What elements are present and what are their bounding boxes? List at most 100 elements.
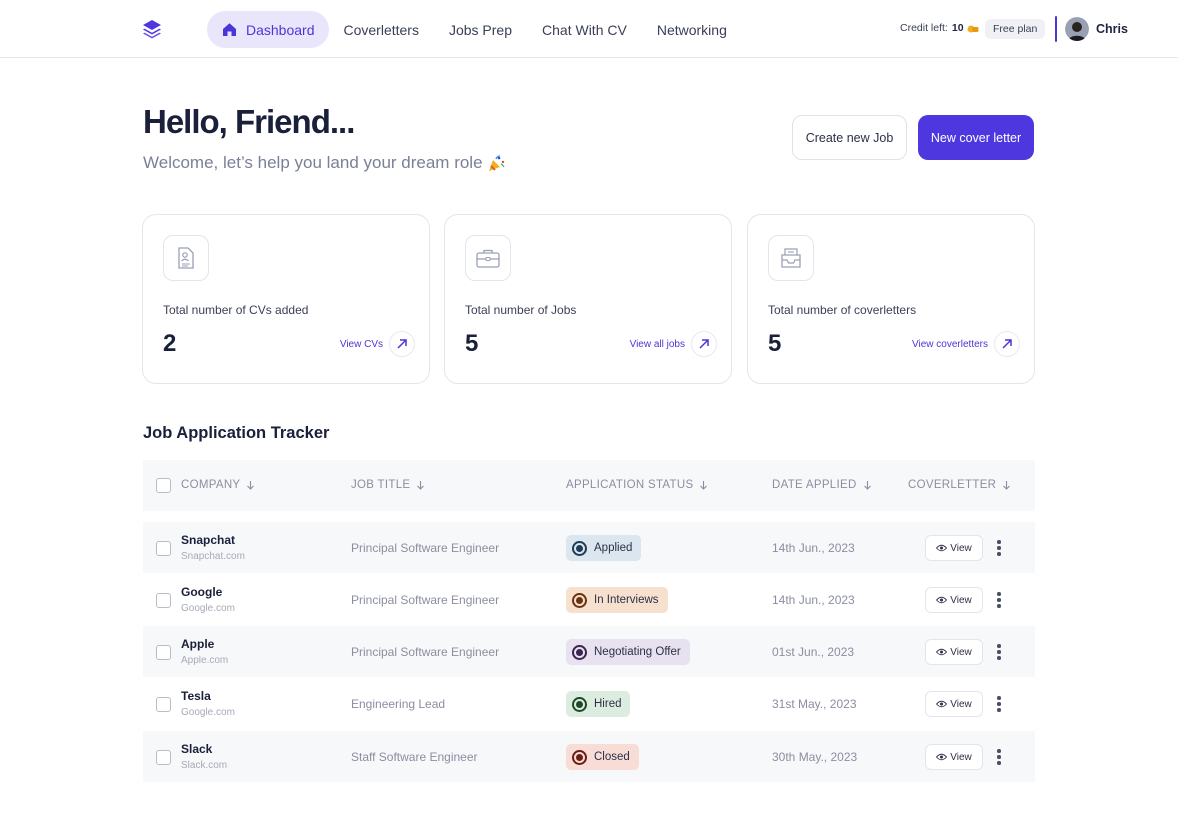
new-cover-letter-button[interactable]: New cover letter: [918, 115, 1034, 160]
view-coverletter-button[interactable]: View: [925, 535, 983, 561]
more-options-icon[interactable]: [993, 642, 1005, 662]
eye-icon: [936, 596, 948, 604]
eye-icon: [936, 648, 948, 656]
arrow-up-right-icon: [994, 331, 1020, 357]
row-checkbox[interactable]: [156, 645, 171, 660]
status-dot-icon: [572, 592, 587, 608]
status-label: In Interviews: [594, 594, 659, 606]
date-applied: 14th Jun., 2023: [772, 593, 855, 607]
job-title: Principal Software Engineer: [351, 645, 500, 659]
more-options-icon[interactable]: [993, 590, 1005, 610]
view-label: View: [950, 594, 972, 606]
plan-badge[interactable]: Free plan: [985, 19, 1046, 39]
cv-document-icon: [178, 247, 194, 269]
view-cvs-link[interactable]: View CVs: [340, 331, 415, 357]
company-name: Tesla: [181, 689, 211, 703]
sort-arrow-down-icon: [863, 481, 871, 490]
view-coverletter-button[interactable]: View: [925, 587, 983, 613]
status-label: Negotiating Offer: [594, 646, 681, 658]
credit-indicator: Credit left: 10: [900, 22, 979, 34]
icon-frame: [163, 235, 209, 281]
view-coverletter-button[interactable]: View: [925, 639, 983, 665]
nav-item-dashboard[interactable]: Dashboard: [207, 11, 329, 48]
table-row[interactable]: Google Google.com Principal Software Eng…: [143, 574, 1035, 625]
job-title: Principal Software Engineer: [351, 593, 500, 607]
company-cell: Snapchat Snapchat.com: [181, 533, 245, 562]
job-title: Staff Software Engineer: [351, 750, 478, 764]
view-coverletters-link[interactable]: View coverletters: [912, 331, 1020, 357]
company-cell: Slack Slack.com: [181, 742, 227, 771]
stat-value: 5: [465, 330, 479, 357]
nav-item-label: Coverletters: [343, 21, 419, 38]
nav-item-networking[interactable]: Networking: [642, 11, 742, 48]
table-row[interactable]: Slack Slack.com Staff Software Engineer …: [143, 731, 1035, 782]
select-all-checkbox[interactable]: [156, 478, 171, 493]
column-header-label: COMPANY: [181, 479, 241, 491]
more-options-icon[interactable]: [993, 538, 1005, 558]
column-header-label: COVERLETTER: [908, 479, 997, 491]
company-domain: Google.com: [181, 707, 235, 718]
eye-icon: [936, 700, 948, 708]
stat-card-cvs: Total number of CVs added 2 View CVs: [142, 214, 430, 384]
stat-label: Total number of Jobs: [465, 303, 577, 317]
nav-item-coverletters[interactable]: Coverletters: [329, 11, 434, 48]
status-label: Closed: [594, 751, 630, 763]
table-row[interactable]: Snapchat Snapchat.com Principal Software…: [143, 522, 1035, 573]
row-checkbox[interactable]: [156, 593, 171, 608]
row-checkbox[interactable]: [156, 750, 171, 765]
company-name: Apple: [181, 637, 215, 651]
table-row[interactable]: Apple Apple.com Principal Software Engin…: [143, 626, 1035, 677]
credit-label: Credit left:: [900, 22, 948, 34]
status-dot-icon: [572, 749, 587, 765]
coins-icon: [967, 25, 979, 32]
status-badge: Applied: [566, 535, 642, 561]
avatar[interactable]: [1065, 17, 1089, 41]
vertical-divider: [1055, 16, 1057, 42]
job-title: Engineering Lead: [351, 697, 446, 711]
table-row[interactable]: Tesla Google.com Engineering Lead Hired …: [143, 678, 1035, 729]
more-options-icon[interactable]: [993, 747, 1005, 767]
view-coverletter-button[interactable]: View: [925, 691, 983, 717]
view-all-jobs-link[interactable]: View all jobs: [630, 331, 717, 357]
logo-icon[interactable]: [141, 18, 163, 40]
column-header-application-status[interactable]: APPLICATION STATUS: [566, 479, 708, 491]
icon-frame: [768, 235, 814, 281]
status-dot-icon: [572, 540, 587, 556]
company-cell: Tesla Google.com: [181, 689, 235, 718]
company-name: Snapchat: [181, 533, 236, 547]
job-title: Principal Software Engineer: [351, 541, 500, 555]
sort-arrow-down-icon: [417, 481, 425, 490]
row-checkbox[interactable]: [156, 697, 171, 712]
column-header-company[interactable]: COMPANY: [181, 479, 255, 491]
company-domain: Apple.com: [181, 655, 229, 666]
company-cell: Google Google.com: [181, 585, 235, 614]
eye-icon: [936, 544, 948, 552]
company-domain: Google.com: [181, 603, 235, 614]
icon-frame: [465, 235, 511, 281]
stat-card-jobs: Total number of Jobs 5 View all jobs: [444, 214, 732, 384]
stat-value: 2: [163, 330, 177, 357]
status-label: Hired: [594, 698, 622, 710]
company-name: Google: [181, 585, 223, 599]
nav-item-chat-with-cv[interactable]: Chat With CV: [527, 11, 642, 48]
column-header-coverletter[interactable]: COVERLETTER: [908, 479, 1011, 491]
create-new-job-button[interactable]: Create new Job: [792, 115, 907, 160]
column-header-date-applied[interactable]: DATE APPLIED: [772, 479, 872, 491]
column-header-label: APPLICATION STATUS: [566, 479, 694, 491]
more-options-icon[interactable]: [993, 694, 1005, 714]
row-checkbox[interactable]: [156, 541, 171, 556]
date-applied: 14th Jun., 2023: [772, 541, 855, 555]
column-header-label: JOB TITLE: [351, 479, 411, 491]
view-label: View: [950, 542, 972, 554]
inbox-tray-icon: [781, 248, 801, 268]
user-name[interactable]: Chris: [1096, 22, 1128, 36]
column-header-job-title[interactable]: JOB TITLE: [351, 479, 425, 491]
nav-item-jobs-prep[interactable]: Jobs Prep: [434, 11, 527, 48]
stat-value: 5: [768, 330, 782, 357]
home-icon: [223, 23, 236, 36]
nav-item-label: Jobs Prep: [448, 21, 513, 38]
top-navigation-bar: Dashboard Coverletters Jobs Prep Chat Wi…: [0, 0, 1178, 58]
column-header-label: DATE APPLIED: [772, 479, 857, 491]
status-dot-icon: [572, 644, 587, 660]
view-coverletter-button[interactable]: View: [925, 744, 983, 770]
